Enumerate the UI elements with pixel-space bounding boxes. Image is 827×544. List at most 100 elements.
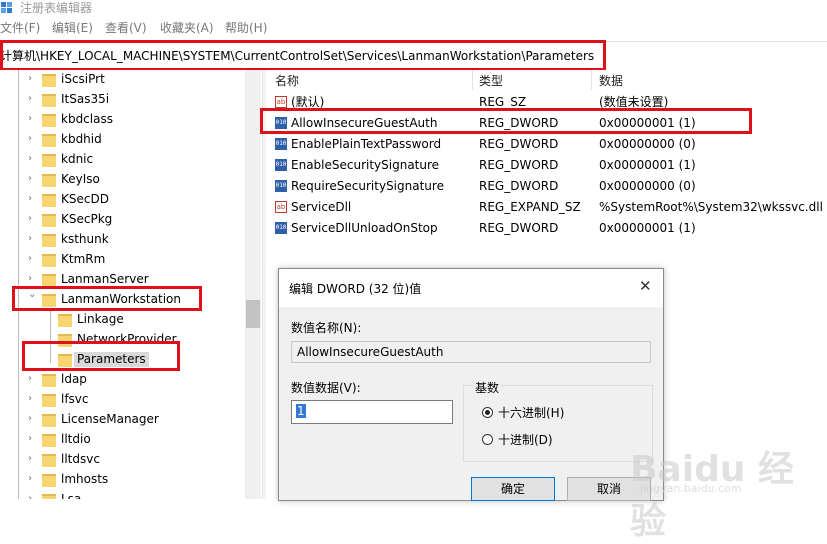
tree-item-label: LicenseManager xyxy=(61,412,159,426)
tree-item-ksecpkg[interactable]: › KSecPkg xyxy=(0,210,245,230)
value-row[interactable]: 010 EnableSecuritySignature REG_DWORD 0x000… xyxy=(266,155,827,176)
tree-item-kbdhid[interactable]: › kbdhid xyxy=(0,130,245,150)
tree-item-ktmrm[interactable]: › KtmRm xyxy=(0,250,245,270)
folder-icon xyxy=(42,494,56,499)
tree-item-itsas35i[interactable]: › ItSas35i xyxy=(0,90,245,110)
value-type-cell: REG_EXPAND_SZ xyxy=(479,200,581,214)
chevron-right-icon[interactable]: › xyxy=(28,233,32,244)
column-separator[interactable] xyxy=(591,70,592,90)
menu-edit[interactable]: 编辑(E) xyxy=(52,21,93,35)
tree-item-lsa[interactable]: › Lsa xyxy=(0,490,245,499)
chevron-right-icon[interactable]: › xyxy=(28,133,32,144)
chevron-right-icon[interactable]: › xyxy=(28,273,32,284)
binary-icon: 010 xyxy=(275,222,287,234)
address-highlight-box xyxy=(0,40,606,71)
close-icon[interactable]: ✕ xyxy=(639,277,652,295)
menu-file[interactable]: 文件(F) xyxy=(0,21,40,35)
folder-icon xyxy=(42,154,56,167)
tree-item-lfsvc[interactable]: › lfsvc xyxy=(0,390,245,410)
base-group-label: 基数 xyxy=(473,379,502,396)
tree-item-label: KSecDD xyxy=(61,192,109,206)
ok-button[interactable]: 确定 xyxy=(471,477,555,501)
tree-item-lmhosts[interactable]: › lmhosts xyxy=(0,470,245,490)
value-data-input[interactable]: 1 xyxy=(291,400,453,424)
value-data-cell: 0x00000000 (0) xyxy=(599,137,696,151)
value-type-cell: REG_DWORD xyxy=(479,221,559,235)
value-row[interactable]: 010 EnablePlainTextPassword REG_DWORD 0x000… xyxy=(266,134,827,155)
tree-item-label: kbdhid xyxy=(61,132,102,146)
chevron-right-icon[interactable]: › xyxy=(28,73,32,84)
chevron-right-icon[interactable]: › xyxy=(28,213,32,224)
folder-icon xyxy=(42,454,56,467)
folder-icon xyxy=(42,474,56,487)
chevron-right-icon[interactable]: › xyxy=(28,373,32,384)
folder-icon xyxy=(42,414,56,427)
tree-scrollbar[interactable] xyxy=(245,70,261,499)
registry-editor-icon xyxy=(1,2,12,13)
chevron-right-icon[interactable]: › xyxy=(28,453,32,464)
tree-item-linkage[interactable]: Linkage xyxy=(0,310,245,330)
column-header-type[interactable]: 类型 xyxy=(479,72,503,89)
tree-item-licensemanager[interactable]: › LicenseManager xyxy=(0,410,245,430)
menu-favorites[interactable]: 收藏夹(A) xyxy=(160,21,214,35)
tree-item-label: Lsa xyxy=(61,492,82,499)
tree-scrollbar-thumb[interactable] xyxy=(246,300,260,328)
radio-dec[interactable] xyxy=(482,434,493,445)
value-name-cell: ServiceDllUnloadOnStop xyxy=(291,221,438,235)
folder-icon xyxy=(42,94,56,107)
dialog-body: 数值名称(N): AllowInsecureGuestAuth 数值数据(V):… xyxy=(279,307,663,501)
tree-item-kdnic[interactable]: › kdnic xyxy=(0,150,245,170)
folder-icon xyxy=(42,74,56,87)
chevron-right-icon[interactable]: › xyxy=(28,413,32,424)
value-name-label: 数值名称(N): xyxy=(291,321,362,335)
tree-item-iscsiprt[interactable]: › iScsiPrt xyxy=(0,70,245,90)
menu-bar: 文件(F) 编辑(E) 查看(V) 收藏夹(A) 帮助(H) xyxy=(0,18,827,38)
chevron-right-icon[interactable]: › xyxy=(28,473,32,484)
value-data-cell: 0x00000000 (0) xyxy=(599,179,696,193)
chevron-right-icon[interactable]: › xyxy=(28,173,32,184)
folder-icon xyxy=(42,174,56,187)
folder-icon xyxy=(58,314,72,327)
tree-item-keyiso[interactable]: › KeyIso xyxy=(0,170,245,190)
value-name-field: AllowInsecureGuestAuth xyxy=(291,341,651,363)
registry-tree: › iScsiPrt › ItSas35i › kbdclass › kbdhid › kdnic… xyxy=(0,70,262,499)
value-name-cell: EnableSecuritySignature xyxy=(291,158,440,172)
tree-item-label: kdnic xyxy=(61,152,94,166)
column-header-data[interactable]: 数据 xyxy=(599,72,623,89)
watermark-url: jingyan.baidu.com xyxy=(640,482,742,495)
menu-help[interactable]: 帮助(H) xyxy=(225,21,267,35)
chevron-right-icon[interactable]: › xyxy=(28,433,32,444)
radio-dec-label[interactable]: 十进制(D) xyxy=(498,431,553,448)
tree-item-kbdclass[interactable]: › kbdclass xyxy=(0,110,245,130)
tree-item-ldap[interactable]: › ldap xyxy=(0,370,245,390)
tree-item-label: ksthunk xyxy=(61,232,109,246)
value-row[interactable]: 010 RequireSecuritySignature REG_DWORD 0x00… xyxy=(266,176,827,197)
chevron-right-icon[interactable]: › xyxy=(28,93,32,104)
title-bar: 注册表编辑器 xyxy=(0,0,827,16)
radio-hex-label[interactable]: 十六进制(H) xyxy=(498,404,564,421)
chevron-right-icon[interactable]: › xyxy=(28,253,32,264)
tree-item-label: Linkage xyxy=(77,312,124,326)
radio-hex[interactable] xyxy=(482,407,493,418)
chevron-right-icon[interactable]: › xyxy=(28,153,32,164)
string-icon: ab xyxy=(275,96,287,108)
tree-item-ksthunk[interactable]: › ksthunk xyxy=(0,230,245,250)
chevron-right-icon[interactable]: › xyxy=(28,113,32,124)
column-separator[interactable] xyxy=(472,70,473,90)
tree-item-label: LanmanServer xyxy=(61,272,149,286)
value-row[interactable]: 010 ServiceDllUnloadOnStop REG_DWORD 0x0000… xyxy=(266,218,827,239)
chevron-right-icon[interactable]: › xyxy=(28,493,32,499)
column-header-name[interactable]: 名称 xyxy=(275,72,299,89)
tree-item-lltdsvc[interactable]: › lltdsvc xyxy=(0,450,245,470)
folder-icon xyxy=(42,134,56,147)
chevron-right-icon[interactable]: › xyxy=(28,193,32,204)
tree-item-label: kbdclass xyxy=(61,112,113,126)
value-data-cell: %SystemRoot%\System32\wkssvc.dll xyxy=(599,200,823,214)
tree-item-ksecdd[interactable]: › KSecDD xyxy=(0,190,245,210)
tree-item-label: KtmRm xyxy=(61,252,106,266)
tree-item-lltdio[interactable]: › lltdio xyxy=(0,430,245,450)
menu-view[interactable]: 查看(V) xyxy=(105,21,147,35)
chevron-right-icon[interactable]: › xyxy=(28,393,32,404)
value-row[interactable]: ab ServiceDll REG_EXPAND_SZ %SystemRoot%\Sy… xyxy=(266,197,827,218)
value-type-cell: REG_DWORD xyxy=(479,179,559,193)
